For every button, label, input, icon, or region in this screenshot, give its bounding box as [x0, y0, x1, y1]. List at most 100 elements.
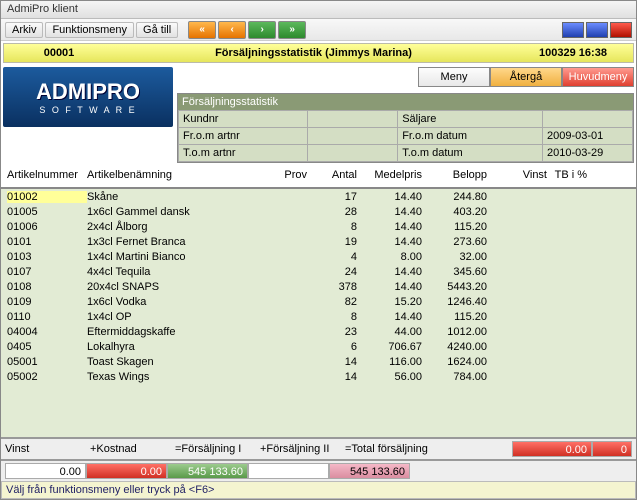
- menu-gatill[interactable]: Gå till: [136, 22, 178, 38]
- col-vinst[interactable]: Vinst: [487, 169, 547, 181]
- filter-from-artnr-label: Fr.o.m artnr: [179, 128, 308, 145]
- filter-to-datum-label: T.o.m datum: [398, 145, 543, 162]
- close-icon[interactable]: [610, 22, 632, 38]
- filter-from-datum-value[interactable]: 2009-03-01: [543, 128, 633, 145]
- cell-name: Lokalhyra: [87, 341, 257, 353]
- nav-prev-icon[interactable]: ‹: [218, 21, 246, 39]
- filter-saljare-value[interactable]: [543, 111, 633, 128]
- top-right: Meny Återgå Huvudmeny Försäljningsstatis…: [177, 67, 634, 163]
- sum-box-top-2: 0: [592, 441, 632, 457]
- table-row[interactable]: 05001Toast Skagen14116.001624.00: [1, 354, 636, 369]
- header-bar: 00001 Försäljningsstatistik (Jimmys Mari…: [3, 43, 634, 63]
- cell-belopp: 1246.40: [422, 296, 487, 308]
- col-antal[interactable]: Antal: [307, 169, 357, 181]
- cell-art: 0101: [7, 236, 87, 248]
- filter-to-datum-value[interactable]: 2010-03-29: [543, 145, 633, 162]
- cell-belopp: 273.60: [422, 236, 487, 248]
- table-row[interactable]: 010820x4cl SNAPS 37814.405443.20: [1, 279, 636, 294]
- top-section: ADMIPRO S O F T W A R E Meny Återgå Huvu…: [3, 67, 634, 163]
- cell-antal: 19: [307, 236, 357, 248]
- button-row: Meny Återgå Huvudmeny: [177, 67, 634, 87]
- filter-kundnr-value[interactable]: [308, 111, 398, 128]
- col-artikelbenamning[interactable]: Artikelbenämning: [87, 169, 257, 181]
- header-datetime: 100329 16:38: [513, 47, 633, 59]
- logo-sub: S O F T W A R E: [39, 105, 136, 115]
- summary-labels: Vinst +Kostnad =Försäljning I +Försäljni…: [1, 437, 636, 459]
- table-row[interactable]: 01011x3cl Fernet Branca1914.40273.60: [1, 234, 636, 249]
- col-tb[interactable]: TB i %: [547, 169, 587, 181]
- data-grid[interactable]: 01002Skåne1714.40244.80010051x6cl Gammel…: [1, 189, 636, 437]
- nav-last-icon[interactable]: »: [278, 21, 306, 39]
- col-medelpris[interactable]: Medelpris: [357, 169, 422, 181]
- maximize-icon[interactable]: [586, 22, 608, 38]
- table-row[interactable]: 01074x4cl Tequila2414.40345.60: [1, 264, 636, 279]
- cell-medel: 14.40: [357, 281, 422, 293]
- col-belopp[interactable]: Belopp: [422, 169, 487, 181]
- cell-belopp: 345.60: [422, 266, 487, 278]
- table-row[interactable]: 0405Lokalhyra6706.674240.00: [1, 339, 636, 354]
- column-headers: Artikelnummer Artikelbenämning Prov Anta…: [1, 165, 636, 189]
- menu-funktionsmeny[interactable]: Funktionsmeny: [45, 22, 134, 38]
- summary-values: 0.00 0.00 545 133.60 545 133.60: [1, 459, 636, 481]
- huvudmeny-button[interactable]: Huvudmeny: [562, 67, 634, 87]
- cell-name: 1x6cl Gammel dansk: [87, 206, 257, 218]
- app-window: AdmiPro klient Arkiv Funktionsmeny Gå ti…: [0, 0, 637, 500]
- cell-art: 0110: [7, 311, 87, 323]
- cell-name: 2x4cl Ålborg: [87, 221, 257, 233]
- cell-antal: 17: [307, 191, 357, 203]
- cell-medel: 706.67: [357, 341, 422, 353]
- filter-to-artnr-value[interactable]: [308, 145, 398, 162]
- cell-antal: 378: [307, 281, 357, 293]
- cell-art: 0108: [7, 281, 87, 293]
- table-row[interactable]: 010062x4cl Ålborg814.40115.20: [1, 219, 636, 234]
- table-row[interactable]: 01002Skåne1714.40244.80: [1, 189, 636, 204]
- table-row[interactable]: 04004Eftermiddagskaffe2344.001012.00: [1, 324, 636, 339]
- status-bar: Välj från funktionsmeny eller tryck på <…: [1, 481, 636, 499]
- aterga-button[interactable]: Återgå: [490, 67, 562, 87]
- cell-antal: 23: [307, 326, 357, 338]
- cell-name: Skåne: [87, 191, 257, 203]
- table-row[interactable]: 01101x4cl OP814.40115.20: [1, 309, 636, 324]
- window-controls: [562, 22, 632, 38]
- sum-vinst-value: 0.00: [5, 463, 86, 479]
- cell-medel: 8.00: [357, 251, 422, 263]
- cell-name: Eftermiddagskaffe: [87, 326, 257, 338]
- cell-antal: 8: [307, 221, 357, 233]
- sum-vinst-label: Vinst: [5, 443, 90, 455]
- table-row[interactable]: 010051x6cl Gammel dansk2814.40403.20: [1, 204, 636, 219]
- minimize-icon[interactable]: [562, 22, 584, 38]
- cell-medel: 14.40: [357, 191, 422, 203]
- col-artikelnummer[interactable]: Artikelnummer: [7, 169, 87, 181]
- cell-belopp: 115.20: [422, 311, 487, 323]
- filter-saljare-label: Säljare: [398, 111, 543, 128]
- cell-belopp: 5443.20: [422, 281, 487, 293]
- filter-box: Försäljningsstatistik Kundnr Säljare Fr.…: [177, 93, 634, 163]
- nav-first-icon[interactable]: «: [188, 21, 216, 39]
- sum-f1-value: 545 133.60: [167, 463, 248, 479]
- cell-belopp: 1012.00: [422, 326, 487, 338]
- cell-name: 20x4cl SNAPS: [87, 281, 257, 293]
- cell-name: Texas Wings: [87, 371, 257, 383]
- sum-f1-label: =Försäljning I: [175, 443, 260, 455]
- table-row[interactable]: 05002Texas Wings1456.00784.00: [1, 369, 636, 384]
- cell-belopp: 115.20: [422, 221, 487, 233]
- meny-button[interactable]: Meny: [418, 67, 490, 87]
- filter-kundnr-label: Kundnr: [179, 111, 308, 128]
- table-row[interactable]: 01031x4cl Martini Bianco48.0032.00: [1, 249, 636, 264]
- sum-kostnad-label: +Kostnad: [90, 443, 175, 455]
- filter-from-datum-label: Fr.o.m datum: [398, 128, 543, 145]
- cell-belopp: 4240.00: [422, 341, 487, 353]
- nav-next-icon[interactable]: ›: [248, 21, 276, 39]
- menu-arkiv[interactable]: Arkiv: [5, 22, 43, 38]
- cell-belopp: 403.20: [422, 206, 487, 218]
- cell-antal: 8: [307, 311, 357, 323]
- col-prov[interactable]: Prov: [257, 169, 307, 181]
- cell-antal: 24: [307, 266, 357, 278]
- cell-belopp: 784.00: [422, 371, 487, 383]
- sum-kostnad-value: 0.00: [86, 463, 167, 479]
- cell-name: 1x4cl OP: [87, 311, 257, 323]
- table-row[interactable]: 01091x6cl Vodka8215.201246.40: [1, 294, 636, 309]
- filter-to-artnr-label: T.o.m artnr: [179, 145, 308, 162]
- filter-from-artnr-value[interactable]: [308, 128, 398, 145]
- cell-name: 1x6cl Vodka: [87, 296, 257, 308]
